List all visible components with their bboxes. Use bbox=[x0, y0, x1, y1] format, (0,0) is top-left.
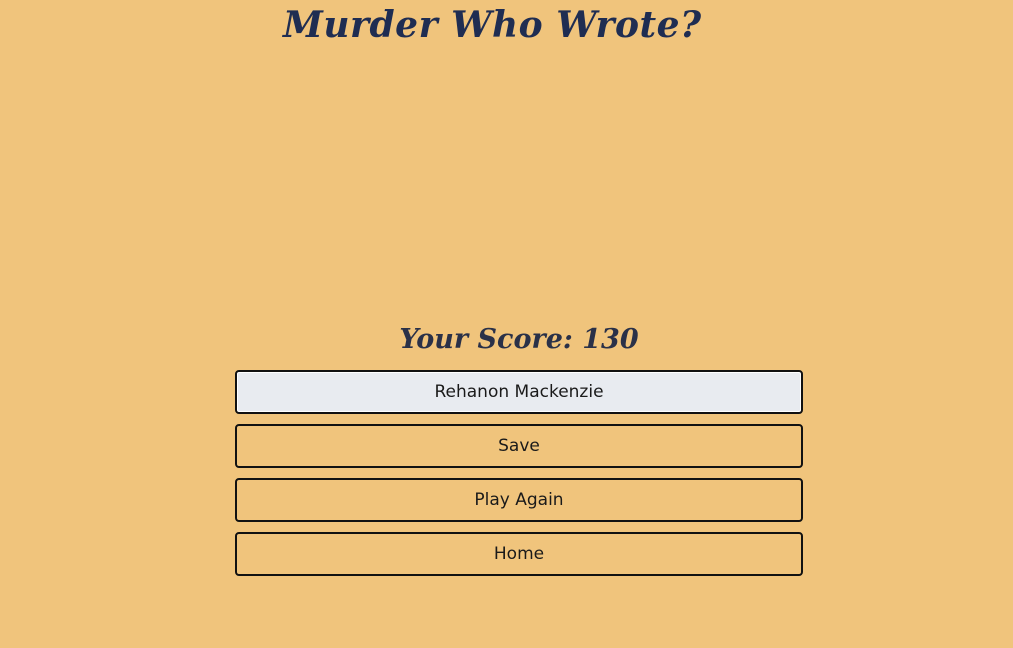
game-over-page: Murder Who Wrote? Your Score: 130 Save P… bbox=[0, 0, 1013, 648]
score-label: Your Score: bbox=[399, 324, 573, 355]
score-value: 130 bbox=[582, 324, 639, 355]
save-score-form: Save Play Again Home bbox=[235, 370, 803, 586]
final-score: Your Score: 130 bbox=[0, 322, 1013, 358]
page-title: Murder Who Wrote? bbox=[283, 4, 702, 46]
play-again-button[interactable]: Play Again bbox=[235, 478, 803, 522]
player-name-input[interactable] bbox=[235, 370, 803, 414]
home-button[interactable]: Home bbox=[235, 532, 803, 576]
save-button[interactable]: Save bbox=[235, 424, 803, 468]
